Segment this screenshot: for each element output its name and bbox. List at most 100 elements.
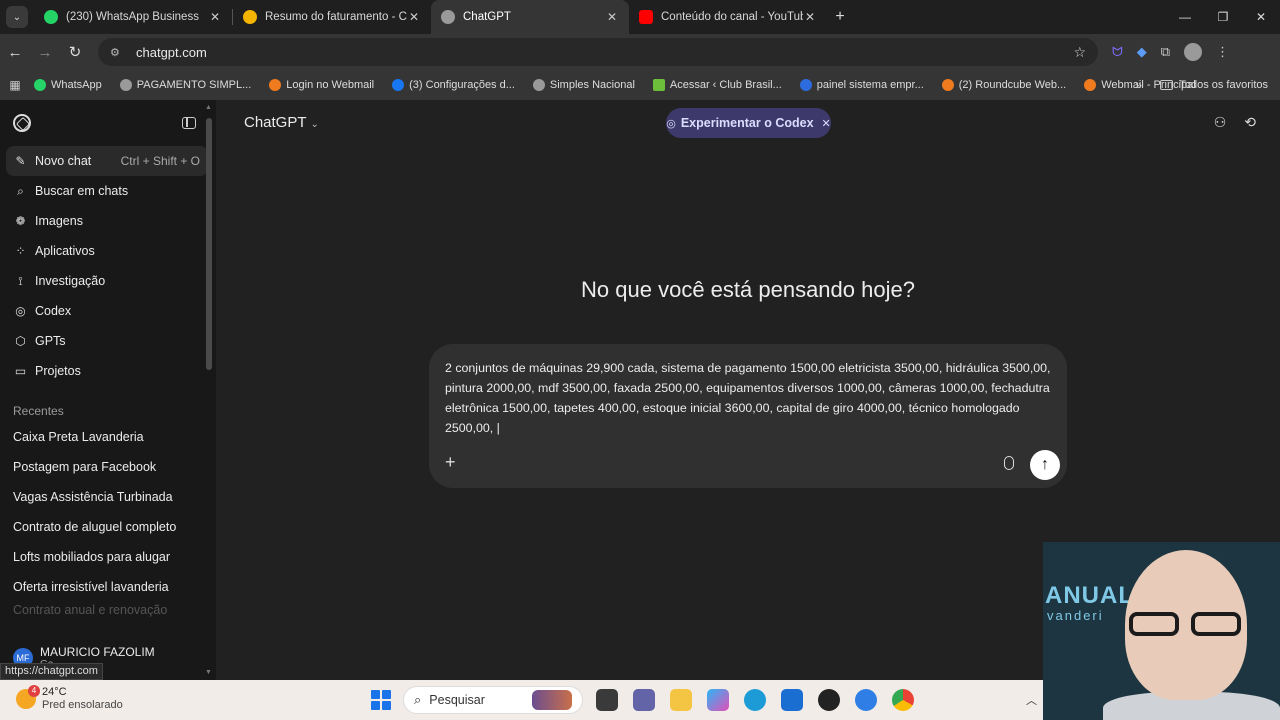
close-icon[interactable]: ✕ [822, 117, 831, 130]
back-icon[interactable]: ← [0, 44, 30, 61]
extension-icon[interactable]: ᗢ [1112, 44, 1123, 60]
recent-chat-item[interactable]: Caixa Preta Lavanderia [0, 422, 216, 452]
microphone-icon[interactable] [1004, 456, 1014, 470]
weather-widget[interactable]: 4 24°C Pred ensolarado [16, 685, 123, 712]
bookmark[interactable]: Login no Webmail [269, 79, 374, 91]
whatsapp-icon [34, 79, 46, 91]
browser-toolbar: ← → ↻ ⚙ chatgpt.com ☆ ᗢ ◆ ⧉ ⋮ [0, 34, 1280, 70]
apps-grid-icon[interactable]: ▦ [0, 78, 30, 92]
tab-strip: ⌄ (230) WhatsApp Business ✕ Resumo do fa… [0, 0, 1280, 34]
puzzle-icon[interactable]: ⧉ [1161, 44, 1170, 60]
close-icon[interactable]: ✕ [208, 10, 222, 24]
bookmark[interactable]: (3) Configurações d... [392, 79, 515, 91]
bookmark[interactable]: Acessar ‹ Club Brasil... [652, 79, 782, 91]
sidebar-toggle-icon[interactable] [182, 117, 196, 129]
prompt-input[interactable]: 2 conjuntos de máquinas 29,900 cada, sis… [445, 358, 1053, 438]
tab-whatsapp[interactable]: (230) WhatsApp Business ✕ [34, 0, 232, 34]
sidebar-item-images[interactable]: ❁ Imagens [6, 206, 208, 236]
sidebar-scrollbar[interactable] [206, 118, 212, 370]
minimize-icon[interactable]: — [1166, 0, 1204, 34]
taskbar-search[interactable]: ⌕ Pesquisar [403, 686, 583, 714]
close-window-icon[interactable]: ✕ [1242, 0, 1280, 34]
url-text[interactable]: chatgpt.com [136, 45, 1073, 60]
codex-icon: ◎ [666, 117, 676, 130]
recent-chat-item[interactable]: Contrato de aluguel completo [0, 512, 216, 542]
menu-icon[interactable]: ⋮ [1216, 44, 1229, 60]
windows-start-icon[interactable] [371, 690, 391, 710]
gemini-icon[interactable]: ◆ [1137, 44, 1147, 60]
model-selector[interactable]: ChatGPT ⌄ [244, 114, 319, 131]
chevron-up-icon[interactable]: ︿ [1026, 692, 1037, 708]
sidebar-item-gpts[interactable]: ⬡ GPTs [6, 326, 208, 356]
prompt-composer[interactable]: 2 conjuntos de máquinas 29,900 cada, sis… [429, 344, 1067, 488]
thunderbird-icon[interactable] [855, 689, 877, 711]
sidebar-item-investigation[interactable]: ⟟ Investigação [6, 266, 208, 296]
bookmark[interactable]: WhatsApp [34, 79, 102, 91]
profile-avatar[interactable] [1184, 43, 1203, 61]
sidebar-item-apps[interactable]: ⁘ Aplicativos [6, 236, 208, 266]
background-sign-text: vanderi [1047, 608, 1104, 623]
sidebar-item-search[interactable]: ⌕ Buscar em chats [6, 176, 208, 206]
sidebar-item-new-chat[interactable]: ✎ Novo chat Ctrl + Shift + O [6, 146, 208, 176]
scroll-up-icon[interactable]: ▲ [205, 104, 212, 111]
edge-icon[interactable] [744, 689, 766, 711]
sidebar-item-codex[interactable]: ◎ Codex [6, 296, 208, 326]
plus-icon[interactable]: + [445, 452, 456, 473]
teams-icon[interactable] [633, 689, 655, 711]
tab-resumo[interactable]: Resumo do faturamento - CAM ✕ [233, 0, 431, 34]
person-icon[interactable]: ⚇ [1214, 114, 1227, 131]
tab-chatgpt[interactable]: ChatGPT ✕ [431, 0, 629, 34]
bookmark[interactable]: Simples Nacional [532, 79, 635, 91]
recent-chat-item[interactable]: Postagem para Facebook [0, 452, 216, 482]
sun-icon: 4 [16, 685, 40, 709]
temporary-chat-icon[interactable]: ⟲ [1244, 114, 1256, 131]
sidebar-item-label: Projetos [35, 364, 81, 378]
sidebar-item-projects[interactable]: ▭ Projetos [6, 356, 208, 386]
recent-chat-item[interactable]: Vagas Assistência Turbinada [0, 482, 216, 512]
task-view-icon[interactable] [596, 689, 618, 711]
star-icon[interactable]: ☆ [1073, 44, 1086, 61]
sidebar-item-label: Codex [35, 304, 72, 318]
bookmark-label: (3) Configurações d... [409, 79, 515, 91]
bookmark[interactable]: PAGAMENTO SIMPL... [119, 79, 251, 91]
bookmark[interactable]: (2) Roundcube Web... [941, 79, 1066, 91]
close-icon[interactable]: ✕ [605, 10, 619, 24]
sidebar-item-label: Aplicativos [35, 244, 95, 258]
sidebar-item-label: Novo chat [35, 154, 92, 168]
recent-chat-item[interactable]: Contrato anual e renovação [0, 602, 216, 618]
youtube-icon [639, 10, 653, 24]
chevron-right-double-icon[interactable]: » [1135, 78, 1142, 92]
notification-badge: 4 [28, 685, 40, 697]
bookmarks-bar: ▦ WhatsApp PAGAMENTO SIMPL... Login no W… [0, 70, 1280, 100]
openai-logo-icon[interactable] [13, 114, 31, 132]
folder-icon [1160, 80, 1174, 90]
close-icon[interactable]: ✕ [407, 10, 421, 24]
recent-chat-item[interactable]: Oferta irresistível lavanderia [0, 572, 216, 602]
codex-promo-pill[interactable]: ◎ Experimentar o Codex ✕ [666, 108, 831, 138]
model-name: ChatGPT [244, 114, 307, 131]
all-bookmarks[interactable]: Todos os favoritos [1160, 79, 1268, 91]
tab-title: Conteúdo do canal - YouTube S [661, 11, 803, 23]
send-button[interactable]: ↑ [1030, 450, 1060, 480]
copilot-icon[interactable] [707, 689, 729, 711]
recent-chat-item[interactable]: Lofts mobiliados para alugar [0, 542, 216, 572]
bookmark[interactable]: painel sistema empr... [799, 79, 924, 91]
google-ads-icon [243, 10, 257, 24]
close-icon[interactable]: ✕ [803, 10, 817, 24]
tab-youtube[interactable]: Conteúdo do canal - YouTube S ✕ [629, 0, 827, 34]
media-icon[interactable] [818, 689, 840, 711]
chrome-icon[interactable] [892, 689, 914, 711]
window-controls: — ❐ ✕ [1166, 0, 1280, 34]
reload-icon[interactable]: ↻ [60, 43, 90, 61]
scroll-down-icon[interactable]: ▼ [205, 669, 212, 676]
site-info-icon[interactable]: ⚙ [110, 46, 126, 59]
club-icon [652, 79, 665, 91]
new-tab-button[interactable]: + [827, 8, 853, 26]
folder-icon: ▭ [14, 364, 27, 378]
forward-icon[interactable]: → [30, 44, 60, 61]
store-icon[interactable] [781, 689, 803, 711]
restore-icon[interactable]: ❐ [1204, 0, 1242, 34]
file-explorer-icon[interactable] [670, 689, 692, 711]
address-bar[interactable]: ⚙ chatgpt.com ☆ [98, 38, 1098, 66]
tab-search-button[interactable]: ⌄ [6, 6, 28, 28]
